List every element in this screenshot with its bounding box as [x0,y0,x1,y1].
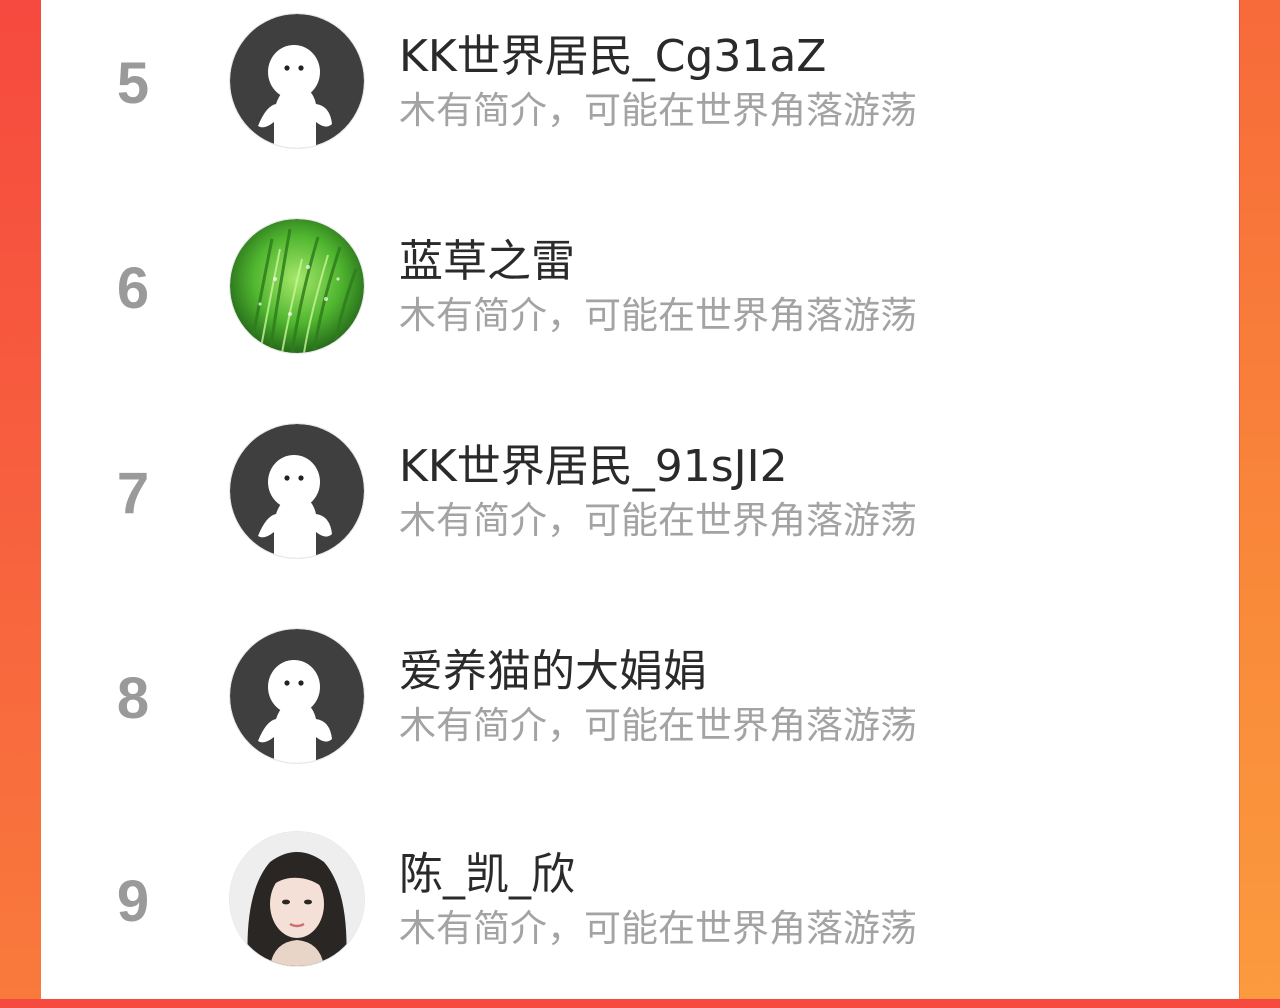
ranking-list-panel: 5 KK世界居民_Cg31aZ 木有简介，可能在世界角落游荡 6 蓝草之雷 木有… [41,0,1239,999]
user-bio: 木有简介，可能在世界角落游荡 [399,907,917,950]
avatar[interactable] [230,219,364,353]
default-ghost-avatar-icon [230,629,364,763]
user-name: 蓝草之雷 [399,236,575,287]
rank-number: 6 [116,256,150,321]
user-name: KK世界居民_91sJI2 [399,441,788,492]
rank-number: 7 [116,461,150,526]
ranking-row[interactable]: 5 KK世界居民_Cg31aZ 木有简介，可能在世界角落游荡 [41,0,1239,190]
avatar[interactable] [230,424,364,558]
avatar[interactable] [230,14,364,148]
user-bio: 木有简介，可能在世界角落游荡 [399,294,917,337]
avatar[interactable] [230,832,364,966]
default-ghost-avatar-icon [230,14,364,148]
rank-number: 9 [116,869,150,934]
user-bio: 木有简介，可能在世界角落游荡 [399,704,917,747]
background-gradient-edge [1240,0,1280,999]
ranking-row[interactable]: 9 陈_凯_欣 木有简介，可能在世界角落游荡 [41,818,1239,1008]
default-ghost-avatar-icon [230,424,364,558]
avatar[interactable] [230,629,364,763]
grass-photo-avatar-icon [230,219,364,353]
user-name: 陈_凯_欣 [399,849,575,900]
rank-number: 5 [116,51,150,116]
ranking-row[interactable]: 7 KK世界居民_91sJI2 木有简介，可能在世界角落游荡 [41,410,1239,600]
user-bio: 木有简介，可能在世界角落游荡 [399,89,917,132]
user-bio: 木有简介，可能在世界角落游荡 [399,499,917,542]
user-name: KK世界居民_Cg31aZ [399,31,827,82]
user-name: 爱养猫的大娟娟 [399,646,707,697]
ranking-row[interactable]: 6 蓝草之雷 木有简介，可能在世界角落游荡 [41,205,1239,395]
portrait-photo-avatar-icon [230,832,364,966]
rank-number: 8 [116,666,150,731]
ranking-row[interactable]: 8 爱养猫的大娟娟 木有简介，可能在世界角落游荡 [41,615,1239,805]
